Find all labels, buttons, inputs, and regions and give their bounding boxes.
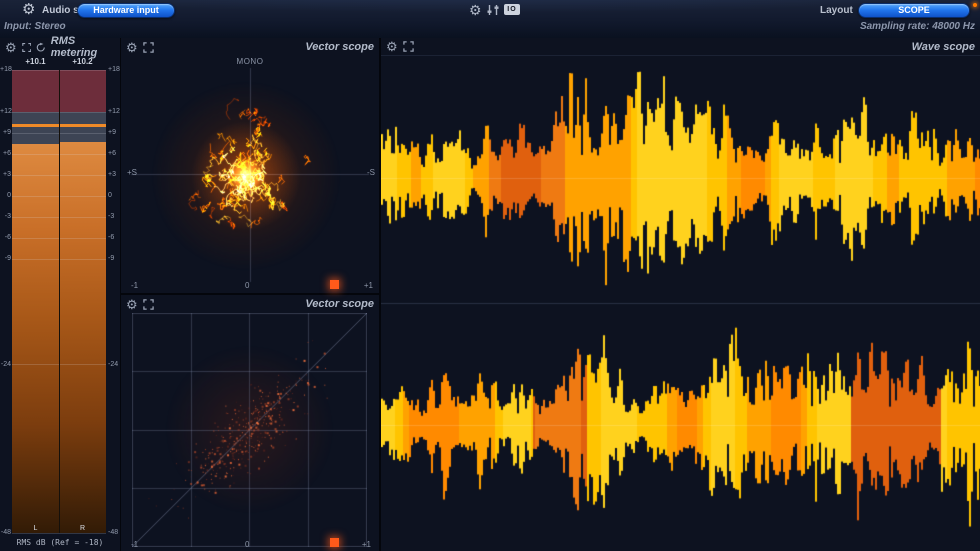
scope-app-window: ⚙ Audio source Hardware input Input: Ste… — [0, 0, 980, 551]
fullscreen-icon[interactable] — [22, 42, 32, 53]
meter-empty-zone — [59, 112, 106, 141]
settings-gear-icon[interactable]: ⚙ — [469, 3, 482, 17]
meter-rms-hold-line — [59, 124, 106, 127]
meter-scale-label-left: -48 — [0, 529, 11, 536]
channel-label-left: L — [12, 525, 59, 532]
rms-meter-bar-left — [12, 70, 59, 533]
vectorscope-xy-display — [132, 313, 367, 547]
meter-scale-label-right: -48 — [108, 529, 119, 536]
meter-scale-label-left: -24 — [0, 361, 11, 368]
sliders-icon[interactable] — [487, 4, 499, 16]
rms-caption: RMS dB (Ref = -18) — [0, 538, 120, 547]
scale-label: -1 — [131, 540, 138, 549]
vector-scope-xy-header: ⚙ Vector scope — [121, 295, 379, 313]
meter-scale-label-left: 0 — [0, 192, 11, 199]
meter-channel-divider — [59, 70, 60, 533]
meter-scale-label-left: +3 — [0, 171, 11, 178]
scale-label: 0 — [245, 540, 249, 549]
rms-metering-panel: ⚙ RMS metering +10.1 +10.2 L R RMS dB (R… — [0, 38, 120, 551]
rms-panel-header: ⚙ RMS metering — [0, 38, 120, 56]
channel-label-right: R — [59, 525, 106, 532]
activity-indicator-dot — [973, 3, 977, 7]
rms-meter-display — [12, 70, 106, 533]
input-info: Input: Stereo — [4, 21, 66, 32]
correlation-indicator-square — [330, 280, 339, 289]
meter-empty-zone — [12, 112, 59, 144]
meter-scale-label-left: -9 — [0, 255, 11, 262]
vector-scope-polar-panel: ⚙ Vector scope MONO +S -S -1 0 +1 — [121, 38, 379, 293]
vectorscope-polar-display — [121, 56, 379, 293]
meter-red-zone — [12, 70, 59, 112]
meter-scale-label-right: -3 — [108, 213, 119, 220]
meter-rms-hold-line — [12, 124, 59, 127]
correlation-indicator-square — [330, 538, 339, 547]
meter-scale-label-left: +18 — [0, 66, 11, 73]
meter-scale-label-right: +18 — [108, 66, 119, 73]
meter-scale-label-right: +6 — [108, 150, 119, 157]
fullscreen-icon[interactable] — [143, 299, 154, 310]
scale-label: 0 — [245, 281, 249, 290]
wave-scope-panel: ⚙ Wave scope — [381, 38, 980, 551]
scale-label: +1 — [362, 540, 371, 549]
meter-scale-label-right: 0 — [108, 192, 119, 199]
fullscreen-icon[interactable] — [143, 42, 154, 53]
meter-fill — [12, 144, 59, 533]
sampling-rate-label: Sampling rate: 48000 Hz — [860, 21, 975, 32]
vector-scope-polar-header: ⚙ Vector scope — [121, 38, 379, 56]
meter-scale-label-right: +12 — [108, 108, 119, 115]
meter-scale-label-left: -6 — [0, 234, 11, 241]
meter-scale-label-left: +12 — [0, 108, 11, 115]
meter-scale-label-left: +9 — [0, 129, 11, 136]
meter-scale-label-right: -24 — [108, 361, 119, 368]
scale-label: +1 — [364, 281, 373, 290]
scale-label: -1 — [131, 281, 138, 290]
panel-title: RMS metering — [51, 35, 115, 59]
panel-title: Vector scope — [305, 41, 374, 53]
minus-s-axis-label: -S — [367, 168, 375, 177]
meter-fill — [59, 142, 106, 533]
hardware-input-button[interactable]: Hardware input — [77, 3, 175, 18]
meter-red-zone — [59, 70, 106, 112]
audio-source-gear-icon[interactable]: ⚙ — [22, 2, 35, 17]
meter-scale-label-right: -6 — [108, 234, 119, 241]
gear-icon[interactable]: ⚙ — [5, 41, 17, 54]
mono-axis-label: MONO — [121, 57, 379, 66]
panel-title: Vector scope — [305, 298, 374, 310]
gear-icon[interactable]: ⚙ — [386, 40, 398, 53]
topbar: ⚙ Audio source Hardware input Input: Ste… — [0, 0, 980, 39]
fullscreen-icon[interactable] — [403, 41, 414, 52]
io-routing-icon[interactable]: IO — [504, 4, 520, 15]
panel-title: Wave scope — [912, 41, 975, 53]
meter-scale-label-right: +9 — [108, 129, 119, 136]
meter-scale-label-left: +6 — [0, 150, 11, 157]
meter-scale-label-right: -9 — [108, 255, 119, 262]
reset-icon[interactable] — [36, 42, 46, 53]
waveform-display — [381, 58, 980, 551]
meter-scale-label-left: -3 — [0, 213, 11, 220]
meter-scale-label-right: +3 — [108, 171, 119, 178]
rms-meter-bar-right — [59, 70, 106, 533]
vector-scope-xy-panel: ⚙ Vector scope -1 0 +1 — [121, 295, 379, 551]
layout-label: Layout — [820, 5, 853, 16]
plus-s-axis-label: +S — [127, 168, 137, 177]
wave-scope-header: ⚙ Wave scope — [381, 38, 980, 56]
gear-icon[interactable]: ⚙ — [126, 41, 138, 54]
scope-layout-button[interactable]: SCOPE — [858, 3, 970, 18]
gear-icon[interactable]: ⚙ — [126, 298, 138, 311]
